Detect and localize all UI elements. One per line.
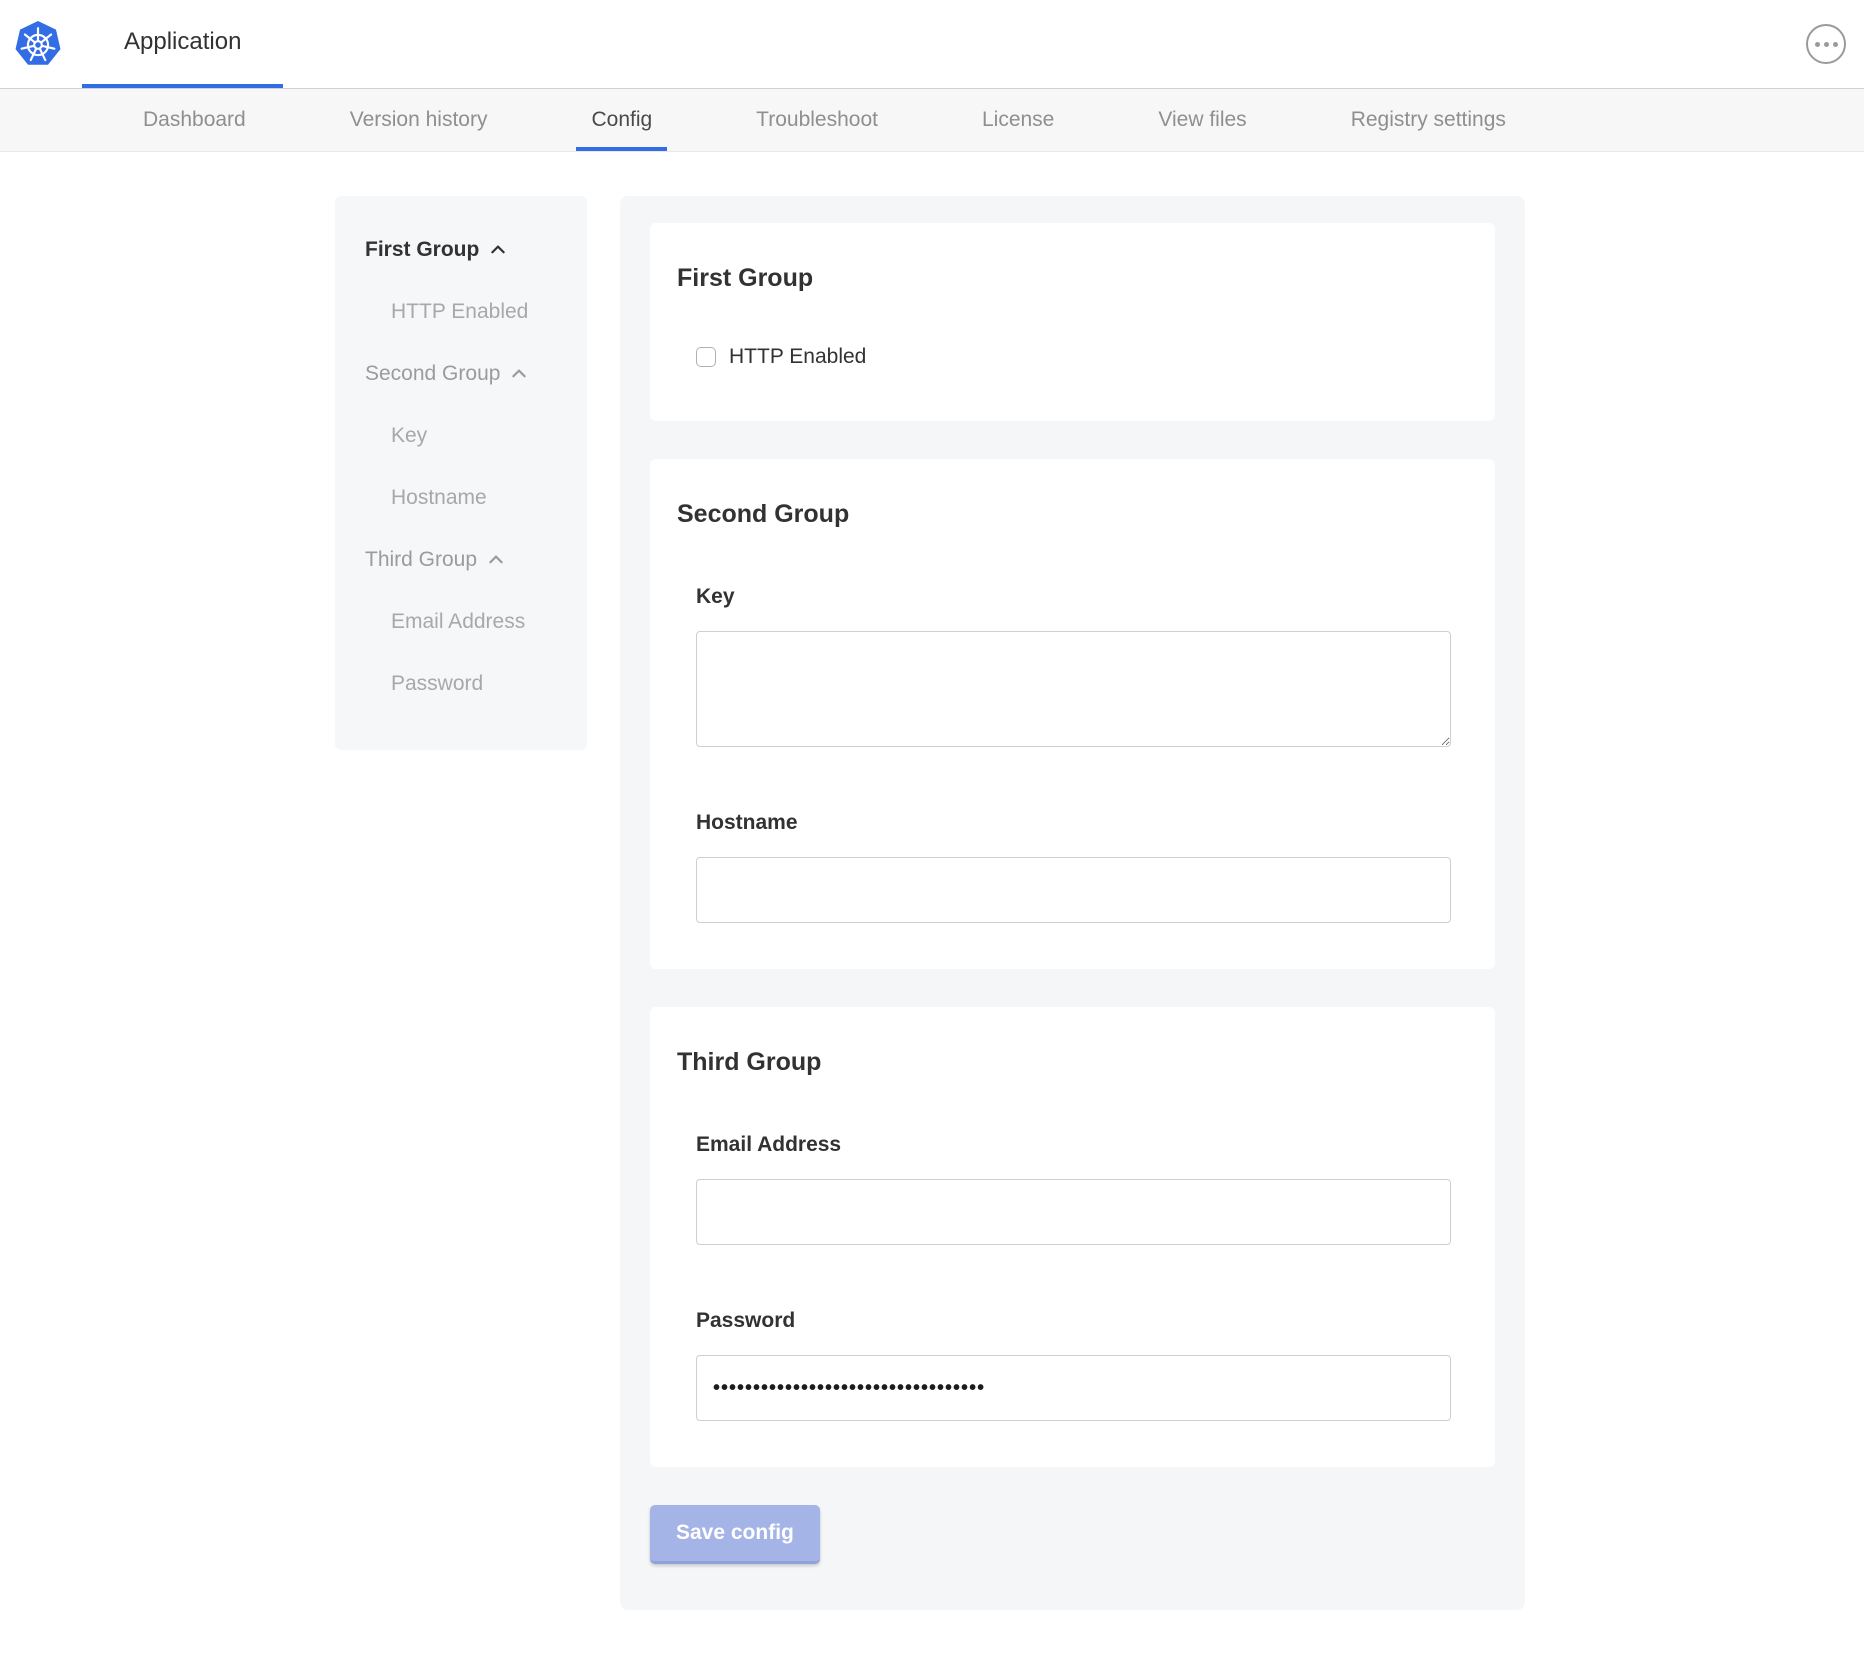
hostname-label: Hostname: [696, 811, 1451, 835]
password-input[interactable]: [696, 1355, 1451, 1421]
sidebar-item-key[interactable]: Key: [365, 424, 571, 448]
http-enabled-checkbox[interactable]: [696, 347, 716, 367]
sidebar-item-http-enabled[interactable]: HTTP Enabled: [365, 300, 571, 324]
tab-dashboard[interactable]: Dashboard: [128, 89, 261, 151]
tab-license[interactable]: License: [967, 89, 1069, 151]
key-label: Key: [696, 585, 1451, 609]
chevron-up-icon: [489, 241, 507, 259]
tab-config[interactable]: Config: [576, 89, 667, 151]
key-textarea[interactable]: [696, 631, 1451, 747]
http-enabled-field: HTTP Enabled: [696, 345, 1451, 369]
config-content: First Group HTTP Enabled Second Group Ke…: [0, 196, 1864, 1666]
group-title: Second Group: [677, 499, 1451, 529]
password-label: Password: [696, 1309, 1451, 1333]
chevron-up-icon: [510, 365, 528, 383]
tab-version-history[interactable]: Version history: [335, 89, 503, 151]
config-group-first: First Group HTTP Enabled: [650, 223, 1495, 421]
sidebar-item-first-group[interactable]: First Group: [365, 238, 571, 262]
email-input[interactable]: [696, 1179, 1451, 1245]
email-field: Email Address: [696, 1133, 1451, 1245]
app-header: Application: [0, 0, 1864, 88]
ellipsis-menu-button[interactable]: [1806, 24, 1846, 64]
key-field: Key: [696, 585, 1451, 747]
tab-application[interactable]: Application: [82, 0, 283, 88]
ellipsis-icon: [1815, 42, 1820, 47]
config-sidebar: First Group HTTP Enabled Second Group Ke…: [335, 196, 587, 750]
tab-troubleshoot[interactable]: Troubleshoot: [741, 89, 893, 151]
save-config-button[interactable]: Save config: [650, 1505, 820, 1564]
tab-registry-settings[interactable]: Registry settings: [1336, 89, 1521, 151]
sidebar-item-password[interactable]: Password: [365, 672, 571, 696]
tab-view-files[interactable]: View files: [1143, 89, 1261, 151]
sidebar-item-hostname[interactable]: Hostname: [365, 486, 571, 510]
password-field: Password: [696, 1309, 1451, 1421]
config-navbar: Dashboard Version history Config Trouble…: [0, 88, 1864, 152]
email-label: Email Address: [696, 1133, 1451, 1157]
hostname-field: Hostname: [696, 811, 1451, 923]
sidebar-item-third-group[interactable]: Third Group: [365, 548, 571, 572]
kubernetes-logo: [14, 0, 62, 88]
group-title: Third Group: [677, 1047, 1451, 1077]
sidebar-item-email-address[interactable]: Email Address: [365, 610, 571, 634]
checkbox-label[interactable]: HTTP Enabled: [729, 345, 866, 369]
config-group-third: Third Group Email Address Password: [650, 1007, 1495, 1467]
group-title: First Group: [677, 263, 1451, 293]
config-group-second: Second Group Key Hostname: [650, 459, 1495, 969]
sidebar-item-second-group[interactable]: Second Group: [365, 362, 571, 386]
config-panel: First Group HTTP Enabled Second Group Ke…: [620, 196, 1525, 1610]
hostname-input[interactable]: [696, 857, 1451, 923]
chevron-up-icon: [487, 551, 505, 569]
